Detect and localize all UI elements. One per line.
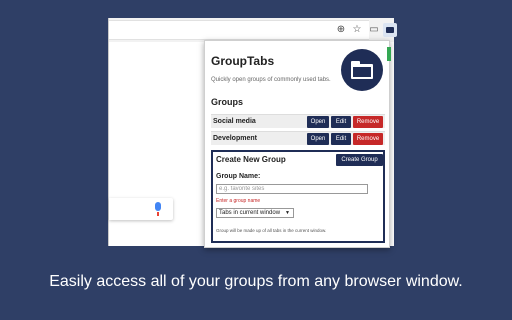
chevron-down-icon: ▼ [285,210,290,216]
tabs-source-select[interactable]: Tabs in current window ▼ [216,208,294,218]
edit-group-button[interactable]: Edit [331,116,351,128]
grouptabs-logo [341,49,383,91]
microphone-icon[interactable] [155,202,161,216]
create-group-panel: Create New Group Create Group Group Name… [211,150,385,243]
zoom-icon[interactable]: ⊕ [334,23,348,37]
remove-group-button[interactable]: Remove [353,116,383,128]
popup-title: GroupTabs [211,54,275,68]
create-group-title: Create New Group [216,155,286,164]
group-row: Social media Open Edit Remove [211,114,385,128]
popup-subtitle: Quickly open groups of commonly used tab… [211,77,331,83]
groups-heading: Groups [211,97,244,107]
group-name: Social media [213,118,256,125]
group-name-error: Enter a group name [216,198,261,204]
search-box[interactable] [109,198,173,220]
group-name-input[interactable] [216,184,368,194]
edit-group-button[interactable]: Edit [331,133,351,145]
group-help-text: Group will be made up of all tabs in the… [216,228,327,233]
create-group-button[interactable]: Create Group [336,154,383,166]
grouptabs-extension-button[interactable] [383,23,397,37]
group-name-label: Group Name: [216,173,261,180]
group-name: Development [213,135,257,142]
accent-edge [387,47,391,61]
extension-popup: GroupTabs Quickly open groups of commonl… [204,40,391,248]
open-group-button[interactable]: Open [307,116,329,128]
remove-group-button[interactable]: Remove [353,133,383,145]
browser-toolbar: ⊕ ☆ ▭ [109,18,397,42]
address-bar[interactable] [109,20,369,40]
extension-icon[interactable]: ▭ [367,23,381,37]
promo-caption: Easily access all of your groups from an… [49,273,463,290]
open-group-button[interactable]: Open [307,133,329,145]
folder-icon [386,27,394,33]
group-row: Development Open Edit Remove [211,131,385,145]
tabs-source-value: Tabs in current window [219,210,281,216]
star-icon[interactable]: ☆ [350,23,364,37]
folder-icon [351,61,373,79]
